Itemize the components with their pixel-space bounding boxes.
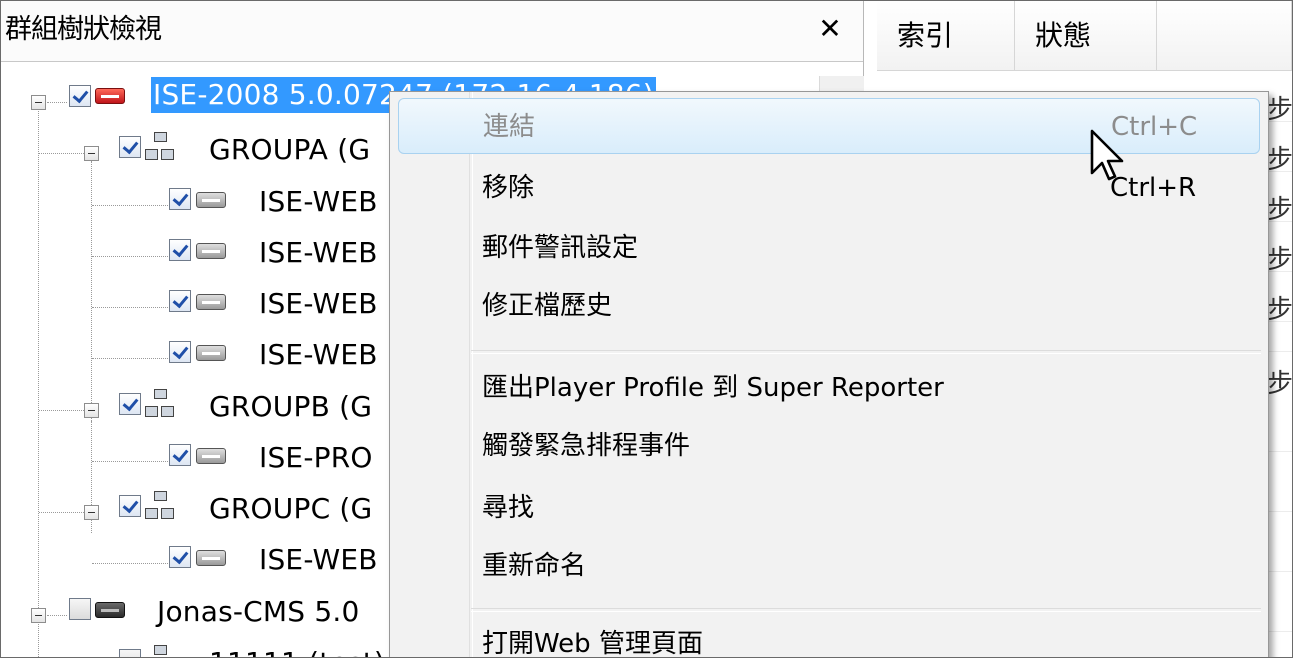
menu-item-connect[interactable]: 連結 Ctrl+C: [398, 98, 1260, 154]
menu-item-label: 移除: [482, 173, 535, 203]
tree-node-label[interactable]: ISE-WEB: [259, 184, 378, 220]
menu-separator: [471, 350, 1261, 354]
device-red-icon: [95, 88, 125, 104]
node-checkbox[interactable]: [169, 239, 191, 261]
cell-text: 步: [1267, 95, 1293, 125]
collapse-icon[interactable]: [31, 608, 46, 623]
group-icon: [145, 491, 175, 521]
tree-node-label[interactable]: GROUPA (G: [209, 132, 370, 168]
node-checkbox[interactable]: [169, 444, 191, 466]
menu-item-remove[interactable]: 移除 Ctrl+R: [398, 160, 1260, 216]
panel-header: 群組樹狀檢視 ✕: [1, 1, 863, 62]
menu-item-export-player-profile[interactable]: 匯出Player Profile 到 Super Reporter: [398, 360, 1260, 416]
menu-item-mail-alert-settings[interactable]: 郵件警訊設定: [398, 220, 1260, 276]
cell-text: 步: [1267, 369, 1293, 399]
menu-item-label: 觸發緊急排程事件: [482, 431, 691, 461]
menu-item-label: 郵件警訊設定: [482, 233, 639, 263]
node-checkbox[interactable]: [169, 290, 191, 312]
menu-separator: [471, 608, 1261, 612]
mouse-pointer-icon: [1090, 129, 1124, 181]
menu-item-label: 匯出Player Profile 到 Super Reporter: [482, 373, 944, 403]
menu-item-find[interactable]: 尋找: [398, 480, 1260, 536]
collapse-icon[interactable]: [31, 95, 46, 110]
node-checkbox[interactable]: [119, 495, 141, 517]
tree-node-label[interactable]: ISE-PRO: [259, 440, 373, 476]
node-checkbox[interactable]: [119, 649, 141, 657]
tree-node-label[interactable]: ISE-WEB: [259, 542, 378, 578]
tree-node-label[interactable]: Jonas-CMS 5.0: [157, 594, 360, 630]
device-icon: [196, 345, 226, 361]
group-icon: [145, 645, 175, 657]
group-icon: [145, 132, 175, 162]
menu-item-label: 重新命名: [482, 551, 587, 581]
collapse-icon[interactable]: [84, 403, 99, 418]
window: 群組樹狀檢視 ✕ ISE-2008 5.0.07247 (172.16.4.18…: [0, 0, 1293, 658]
device-icon: [196, 448, 226, 464]
column-header-status[interactable]: 狀態: [1015, 1, 1157, 71]
menu-item-trigger-emergency-schedule[interactable]: 觸發緊急排程事件: [398, 418, 1260, 474]
node-checkbox[interactable]: [69, 85, 91, 107]
collapse-icon[interactable]: [84, 146, 99, 161]
node-checkbox[interactable]: [69, 598, 91, 620]
menu-item-open-web-admin[interactable]: 打開Web 管理頁面: [398, 616, 1260, 658]
close-icon[interactable]: ✕: [813, 11, 847, 47]
column-header-empty: [1157, 1, 1292, 71]
tree-node-label[interactable]: GROUPC (G: [209, 491, 372, 527]
tree-node-label[interactable]: ISE-WEB: [259, 235, 378, 271]
menu-item-label: 連結: [483, 112, 536, 142]
group-icon: [145, 389, 175, 419]
node-checkbox[interactable]: [119, 393, 141, 415]
tree-node-label[interactable]: 11111 (test): [209, 645, 385, 657]
cell-text: 步: [1267, 145, 1293, 175]
context-menu: 連結 Ctrl+C 移除 Ctrl+R 郵件警訊設定 修正檔歷史 匯出Playe…: [389, 91, 1269, 658]
menu-item-label: 打開Web 管理頁面: [482, 629, 703, 658]
menu-item-label: 尋找: [482, 493, 535, 523]
column-header-index[interactable]: 索引: [877, 1, 1015, 71]
menu-item-rename[interactable]: 重新命名: [398, 538, 1260, 594]
collapse-icon[interactable]: [84, 505, 99, 520]
menu-item-patch-history[interactable]: 修正檔歷史: [398, 278, 1260, 334]
tree-node-label[interactable]: ISE-WEB: [259, 337, 378, 373]
node-checkbox[interactable]: [119, 136, 141, 158]
device-icon: [196, 550, 226, 566]
node-checkbox[interactable]: [169, 188, 191, 210]
tree-node-label[interactable]: GROUPB (G: [209, 389, 372, 425]
node-checkbox[interactable]: [169, 341, 191, 363]
panel-title: 群組樹狀檢視: [5, 14, 162, 45]
device-icon: [196, 294, 226, 310]
cell-text: 步: [1267, 195, 1293, 225]
node-checkbox[interactable]: [169, 546, 191, 568]
menu-item-label: 修正檔歷史: [482, 291, 613, 321]
device-icon: [196, 243, 226, 259]
device-icon: [196, 192, 226, 208]
tree-node-label[interactable]: ISE-WEB: [259, 286, 378, 322]
device-dark-icon: [95, 602, 125, 618]
cell-text: 步: [1267, 245, 1293, 275]
cell-text: 步: [1267, 295, 1293, 325]
